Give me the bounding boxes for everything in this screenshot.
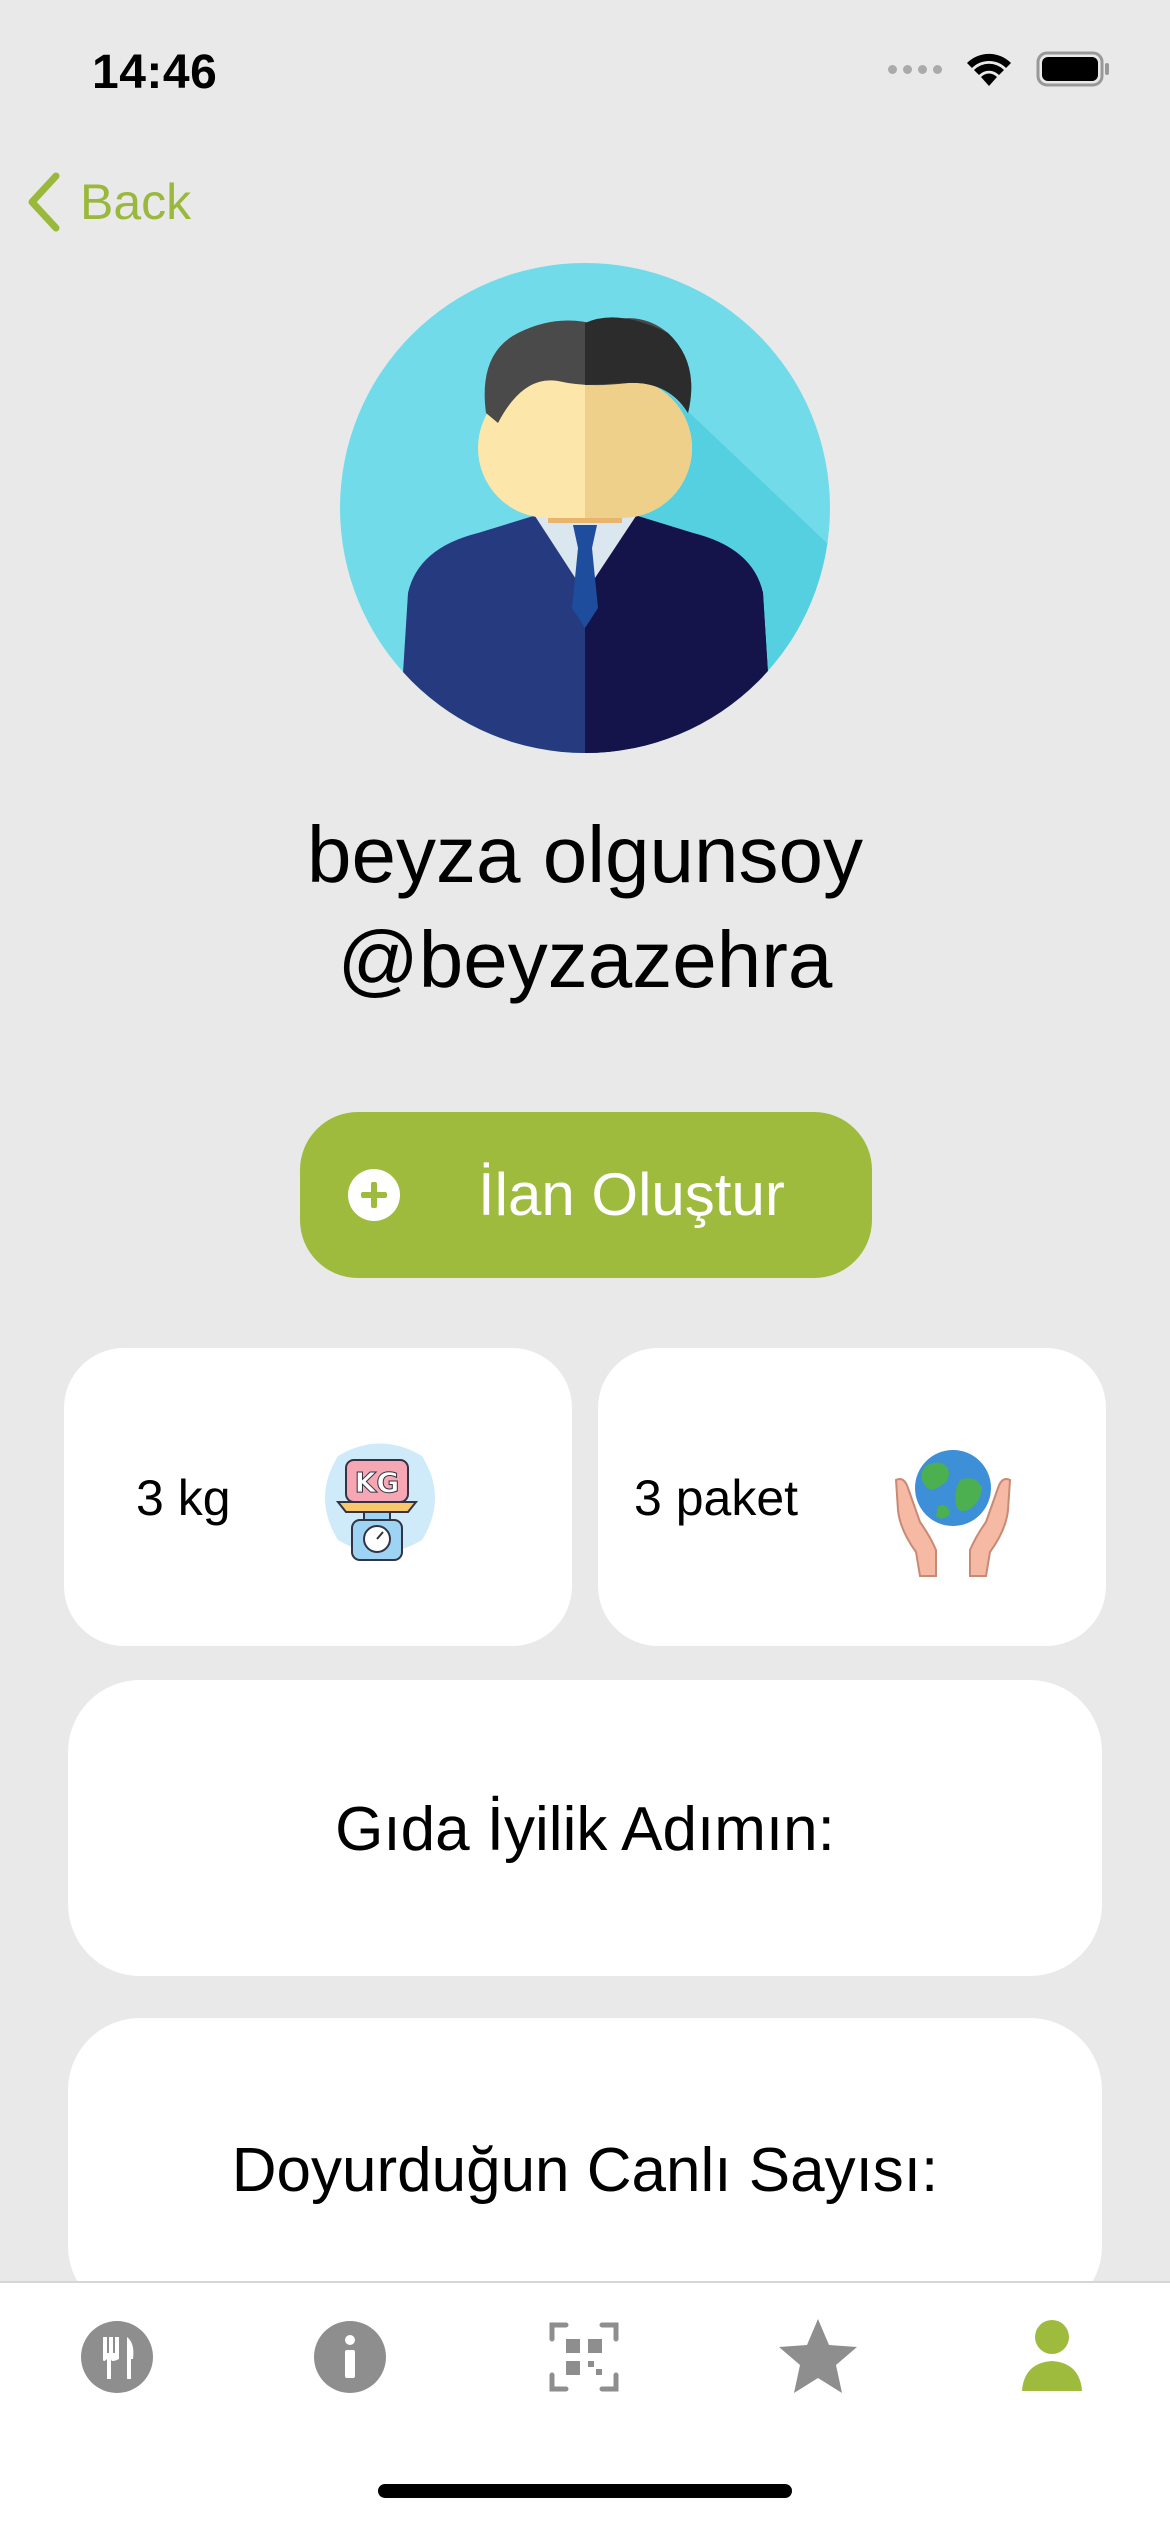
wifi-icon [967,53,1011,86]
plus-circle-icon [348,1169,400,1221]
package-stat-card: 3 paket [598,1348,1106,1646]
tab-favorites[interactable] [768,2307,868,2407]
weight-stat-card: 3 kg KG [64,1348,572,1646]
svg-text:KG: KG [355,1466,400,1499]
fed-animals-card: Doyurduğun Canlı Sayısı: [68,2018,1102,2318]
status-icons [888,50,1112,88]
kg-scale-icon: KG [325,1443,435,1561]
status-bar: 14:46 [0,0,1170,150]
info-icon [314,2321,386,2393]
avatar [340,263,830,753]
fork-knife-icon [81,2321,153,2393]
status-time: 14:46 [92,46,218,99]
tab-info[interactable] [300,2307,400,2407]
tab-profile[interactable] [1002,2307,1102,2407]
food-kindness-label: Gıda İyilik Adımın: [335,1795,835,1864]
food-kindness-card: Gıda İyilik Adımın: [68,1680,1102,1976]
chevron-left-icon [28,172,60,232]
profile-username: @beyzazehra [337,915,833,1004]
earth-in-hands-icon [894,1450,1012,1577]
package-value: 3 paket [634,1470,799,1526]
battery-icon [1036,51,1109,87]
back-button[interactable]: Back [26,172,191,232]
star-icon [779,2319,857,2393]
person-icon [1022,2320,1082,2391]
qr-scan-icon [549,2322,619,2392]
home-indicator [378,2484,792,2498]
weight-value: 3 kg [136,1470,231,1526]
profile-name: beyza olgunsoy [307,810,863,899]
cellular-signal-icon [888,64,942,74]
create-listing-label: İlan Oluştur [478,1161,785,1228]
back-label: Back [80,174,192,230]
tab-qr-scan[interactable] [534,2307,634,2407]
tab-restaurant[interactable] [67,2307,167,2407]
create-listing-button[interactable]: İlan Oluştur [300,1112,872,1278]
fed-animals-label: Doyurduğun Canlı Sayısı: [231,2136,939,2205]
